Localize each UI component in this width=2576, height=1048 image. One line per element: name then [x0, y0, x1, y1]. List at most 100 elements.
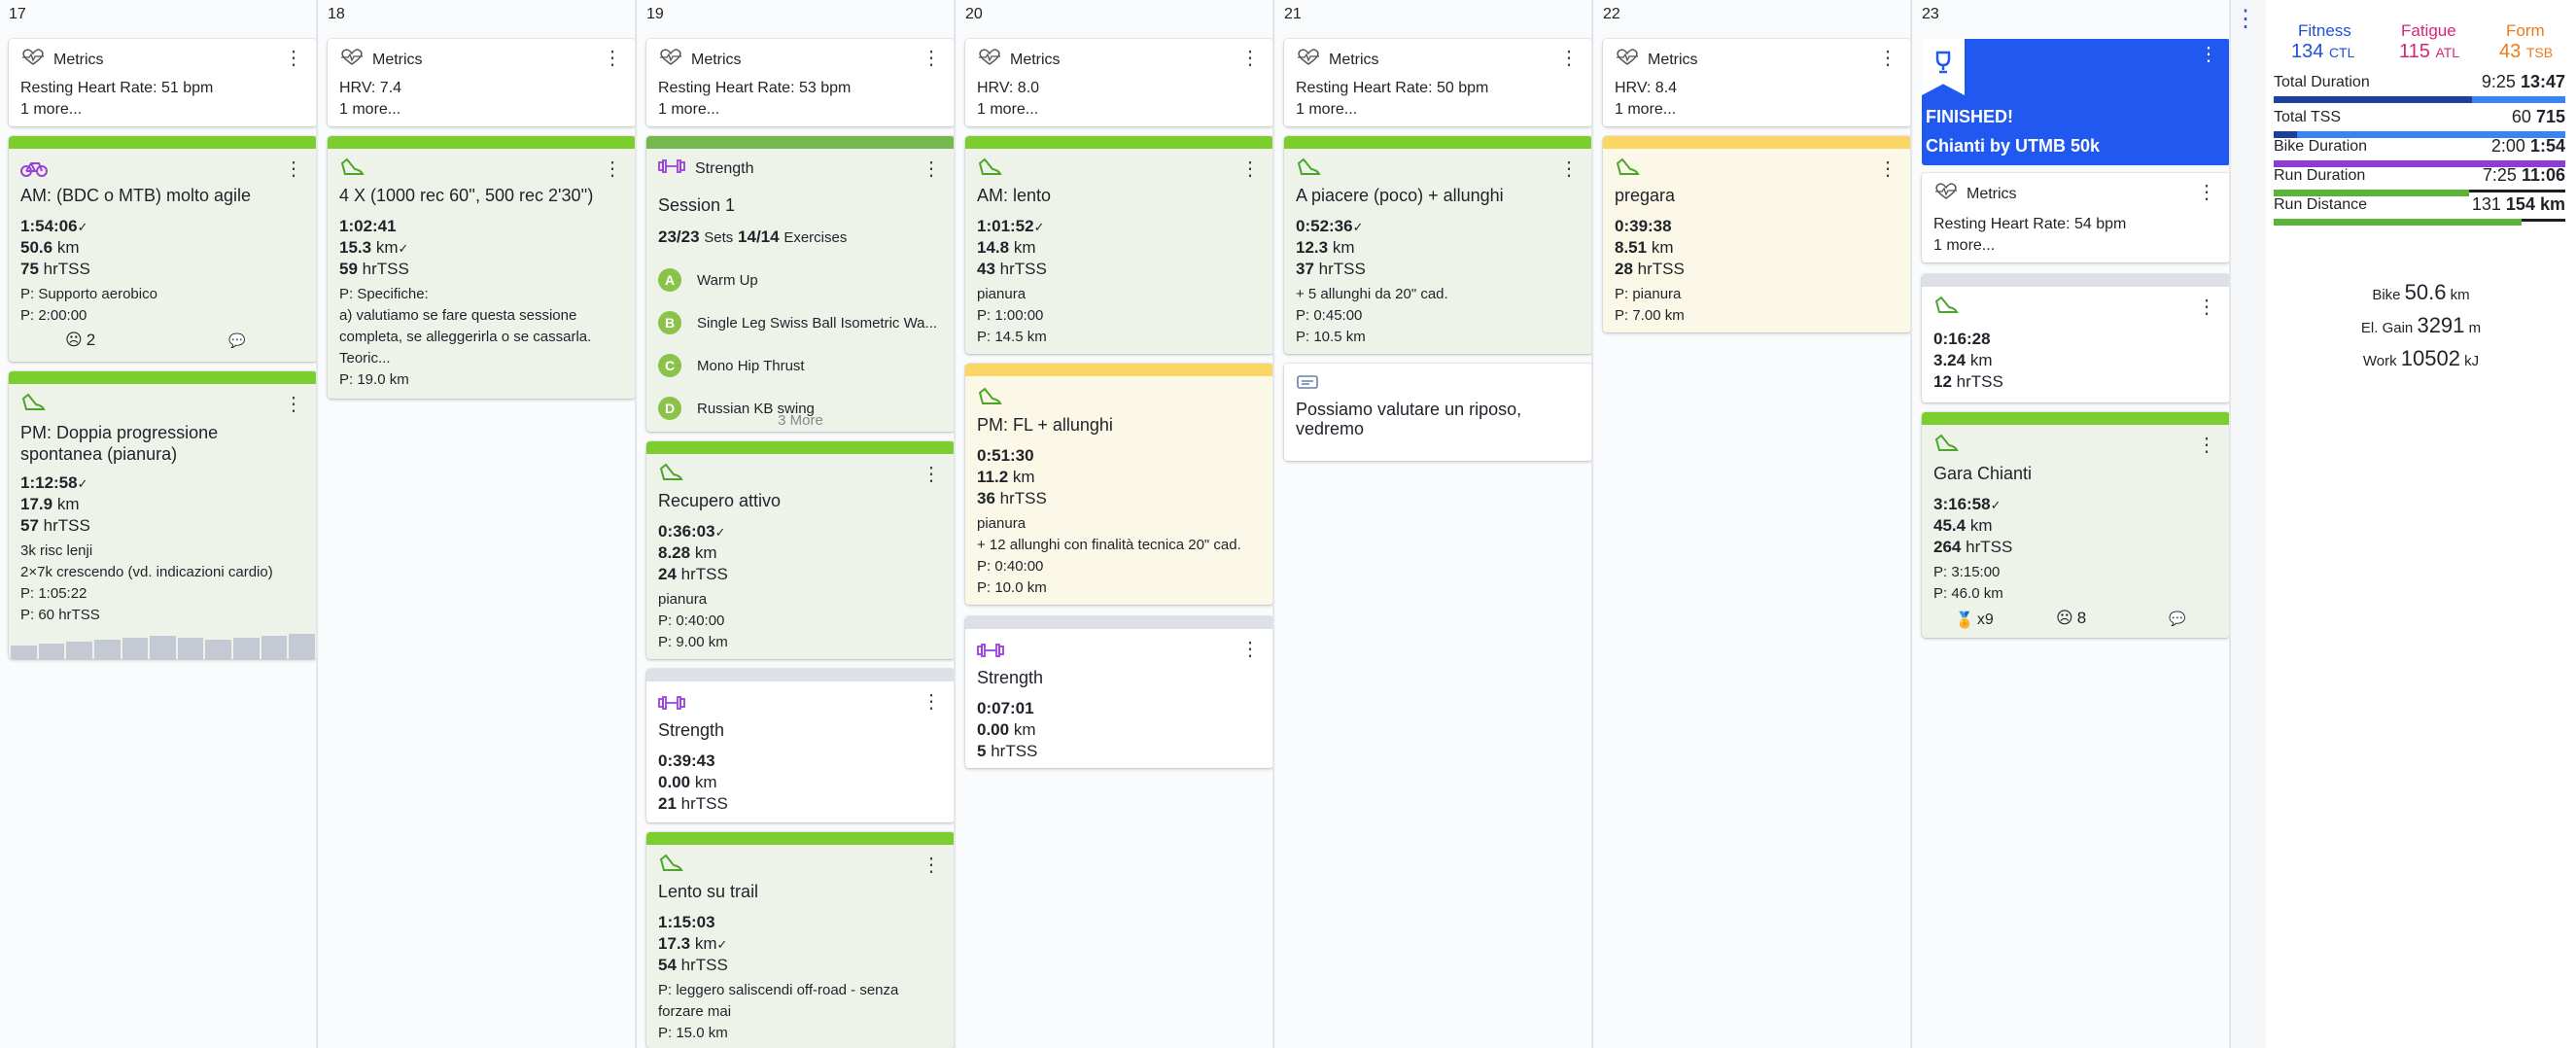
metrics-more-link[interactable]: 1 more...	[658, 101, 719, 119]
exercise-item[interactable]: C Mono Hip Thrust	[658, 354, 805, 377]
activity-card[interactable]: ⋮ Gara Chianti 3:16:58✓ 45.4 km 264 hrTS…	[1922, 412, 2229, 638]
metrics-card[interactable]: Metrics ⋮ HRV: 8.0 1 more...	[965, 39, 1272, 126]
smiley-count: 8	[2076, 609, 2087, 627]
distance-unit: km	[56, 495, 80, 513]
note-card[interactable]: Possiamo valutare un riposo, vedremo	[1284, 364, 1591, 461]
activity-card[interactable]: ⋮ A piacere (poco) + allunghi 0:52:36✓ 1…	[1284, 136, 1591, 354]
day-number: 22	[1603, 6, 1620, 22]
metrics-card[interactable]: Metrics ⋮ Resting Heart Rate: 50 bpm 1 m…	[1284, 39, 1591, 126]
activity-distance: 17.3	[658, 934, 691, 953]
week-summary-panel: Fitness 134 CTL Fatigue 115 ATL Form 43 …	[2266, 0, 2576, 1048]
activity-tss: 28	[1615, 260, 1633, 278]
metrics-card[interactable]: Metrics ⋮ Resting Heart Rate: 53 bpm 1 m…	[646, 39, 954, 126]
exercise-item[interactable]: B Single Leg Swiss Ball Isometric Wa...	[658, 311, 937, 334]
activity-card[interactable]: ⋮ pregara 0:39:38 8.51 km 28 hrTSS P: pi…	[1603, 136, 1910, 332]
smiley-icon[interactable]: ☹	[2056, 609, 2073, 628]
distance-unit: km	[1012, 468, 1035, 486]
heart-rate-icon	[339, 49, 365, 71]
total-planned: 11:06	[2521, 165, 2565, 185]
more-options-icon[interactable]: ⋮	[284, 49, 303, 68]
activity-card[interactable]: ⋮ 4 X (1000 rec 60'', 500 rec 2'30'') 1:…	[328, 136, 635, 399]
activity-tss: 37	[1296, 260, 1314, 278]
activity-card[interactable]: ⋮ 0:16:28 3.24 km 12 hrTSS	[1922, 274, 2229, 402]
metrics-more-link[interactable]: 1 more...	[1615, 101, 1676, 119]
more-options-icon[interactable]: ⋮	[922, 159, 941, 179]
metrics-more-link[interactable]: 1 more...	[20, 101, 82, 119]
check-icon: ✓	[77, 476, 88, 491]
heart-rate-icon	[1933, 183, 1959, 205]
more-options-icon[interactable]: ⋮	[1878, 159, 1897, 179]
more-options-icon[interactable]: ⋮	[2197, 436, 2216, 455]
more-exercises-link[interactable]: 3 More	[646, 412, 954, 429]
tss-unit: hrTSS	[1966, 538, 2013, 556]
more-options-icon[interactable]: ⋮	[1878, 49, 1897, 68]
more-options-icon[interactable]: ⋮	[603, 159, 622, 179]
summary-label: Bike	[2372, 287, 2401, 303]
activity-title: AM: lento	[977, 186, 1052, 205]
activity-card[interactable]: ⋮ AM: lento 1:01:52✓ 14.8 km 43 hrTSS pi…	[965, 136, 1272, 354]
race-finished-banner[interactable]: ⋮ FINISHED! Chianti by UTMB 50k	[1922, 39, 2229, 165]
more-options-icon[interactable]: ⋮	[922, 692, 941, 712]
metrics-card[interactable]: Metrics ⋮ HRV: 7.4 1 more...	[328, 39, 635, 126]
sets-label: Sets	[704, 229, 734, 246]
metrics-more-link[interactable]: 1 more...	[1296, 101, 1357, 119]
more-options-icon[interactable]: ⋮	[1559, 49, 1579, 68]
exercise-item[interactable]: A Warm Up	[658, 268, 758, 292]
activity-duration: 0:16:28	[1933, 330, 1991, 348]
exercise-name: Single Leg Swiss Ball Isometric Wa...	[697, 314, 938, 332]
activity-card[interactable]: ⋮ Recupero attivo 0:36:03✓ 8.28 km 24 hr…	[646, 441, 954, 659]
activity-distance: 17.9	[20, 495, 53, 513]
more-options-icon[interactable]: ⋮	[284, 395, 303, 414]
smiley-icon[interactable]: ☹	[65, 331, 83, 350]
metrics-more-link[interactable]: 1 more...	[977, 101, 1038, 119]
metrics-more-link[interactable]: 1 more...	[339, 101, 400, 119]
activity-note: completa, se alleggerirla o se cassarla.	[339, 329, 592, 345]
fatigue-label: Fatigue	[2401, 21, 2456, 40]
metrics-title: Metrics	[1648, 51, 1698, 68]
tss-unit: hrTSS	[999, 260, 1047, 278]
exercise-badge: A	[658, 268, 681, 292]
activity-title: pregara	[1615, 186, 1676, 205]
more-options-icon[interactable]: ⋮	[1240, 49, 1260, 68]
strength-session-card[interactable]: Strength ⋮ Session 1 23/23 Sets 14/14 Ex…	[646, 136, 954, 432]
activity-card[interactable]: ⋮ AM: (BDC o MTB) molto agile 1:54:06✓ 5…	[9, 136, 316, 362]
total-label: Bike Duration	[2274, 138, 2368, 155]
more-options-icon[interactable]: ⋮	[922, 49, 941, 68]
sets-count: 23/23	[658, 227, 700, 246]
activity-card[interactable]: PM: FL + allunghi 0:51:30 11.2 km 36 hrT…	[965, 364, 1272, 605]
metrics-card[interactable]: Metrics ⋮ Resting Heart Rate: 51 bpm 1 m…	[9, 39, 316, 126]
more-options-icon[interactable]: ⋮	[1240, 640, 1260, 659]
more-options-icon[interactable]: ⋮	[2197, 297, 2216, 317]
comments-icon[interactable]: 💬	[228, 332, 245, 349]
activity-card[interactable]: ⋮ Strength 0:07:01 0.00 km 5 hrTSS	[965, 616, 1272, 768]
medal-icon[interactable]: 🏅	[1955, 611, 1974, 630]
more-options-icon[interactable]: ⋮	[2197, 183, 2216, 202]
more-options-icon[interactable]: ⋮	[1559, 159, 1579, 179]
comments-icon[interactable]: 💬	[2169, 611, 2185, 627]
more-options-icon[interactable]: ⋮	[603, 49, 622, 68]
week-options-icon[interactable]: ⋮	[2234, 8, 2257, 31]
metrics-more-link[interactable]: 1 more...	[1933, 237, 1995, 255]
more-options-icon[interactable]: ⋮	[922, 856, 941, 875]
day-column-17: 17 Metrics ⋮ Resting Heart Rate: 51 bpm …	[0, 0, 318, 1048]
activity-card[interactable]: ⋮ PM: Doppia progressione spontanea (pia…	[9, 371, 316, 659]
total-label: Run Duration	[2274, 167, 2366, 184]
activity-tss: 5	[977, 742, 987, 760]
activity-tss: 24	[658, 565, 677, 583]
activity-note: + 5 allunghi da 20" cad.	[1296, 286, 1448, 302]
total-tss-row: Total TSS 60 715	[2274, 107, 2565, 138]
more-options-icon[interactable]: ⋮	[1240, 159, 1260, 179]
activity-card[interactable]: ⋮ Lento su trail 1:15:03 17.3 km✓ 54 hrT…	[646, 832, 954, 1048]
tss-unit: hrTSS	[999, 489, 1047, 507]
total-label: Total Duration	[2274, 74, 2370, 90]
more-options-icon[interactable]: ⋮	[2199, 45, 2218, 64]
more-options-icon[interactable]: ⋮	[922, 465, 941, 484]
activity-distance: 45.4	[1933, 516, 1967, 535]
activity-card[interactable]: ⋮ Strength 0:39:43 0.00 km 21 hrTSS	[646, 669, 954, 822]
run-shoe-icon	[977, 157, 1002, 182]
metrics-card[interactable]: Metrics ⋮ HRV: 8.4 1 more...	[1603, 39, 1910, 126]
distance-unit: km	[1969, 351, 1993, 369]
distance-unit: km	[1969, 516, 1993, 535]
metrics-card[interactable]: Metrics ⋮ Resting Heart Rate: 54 bpm 1 m…	[1922, 173, 2229, 262]
more-options-icon[interactable]: ⋮	[284, 159, 303, 179]
